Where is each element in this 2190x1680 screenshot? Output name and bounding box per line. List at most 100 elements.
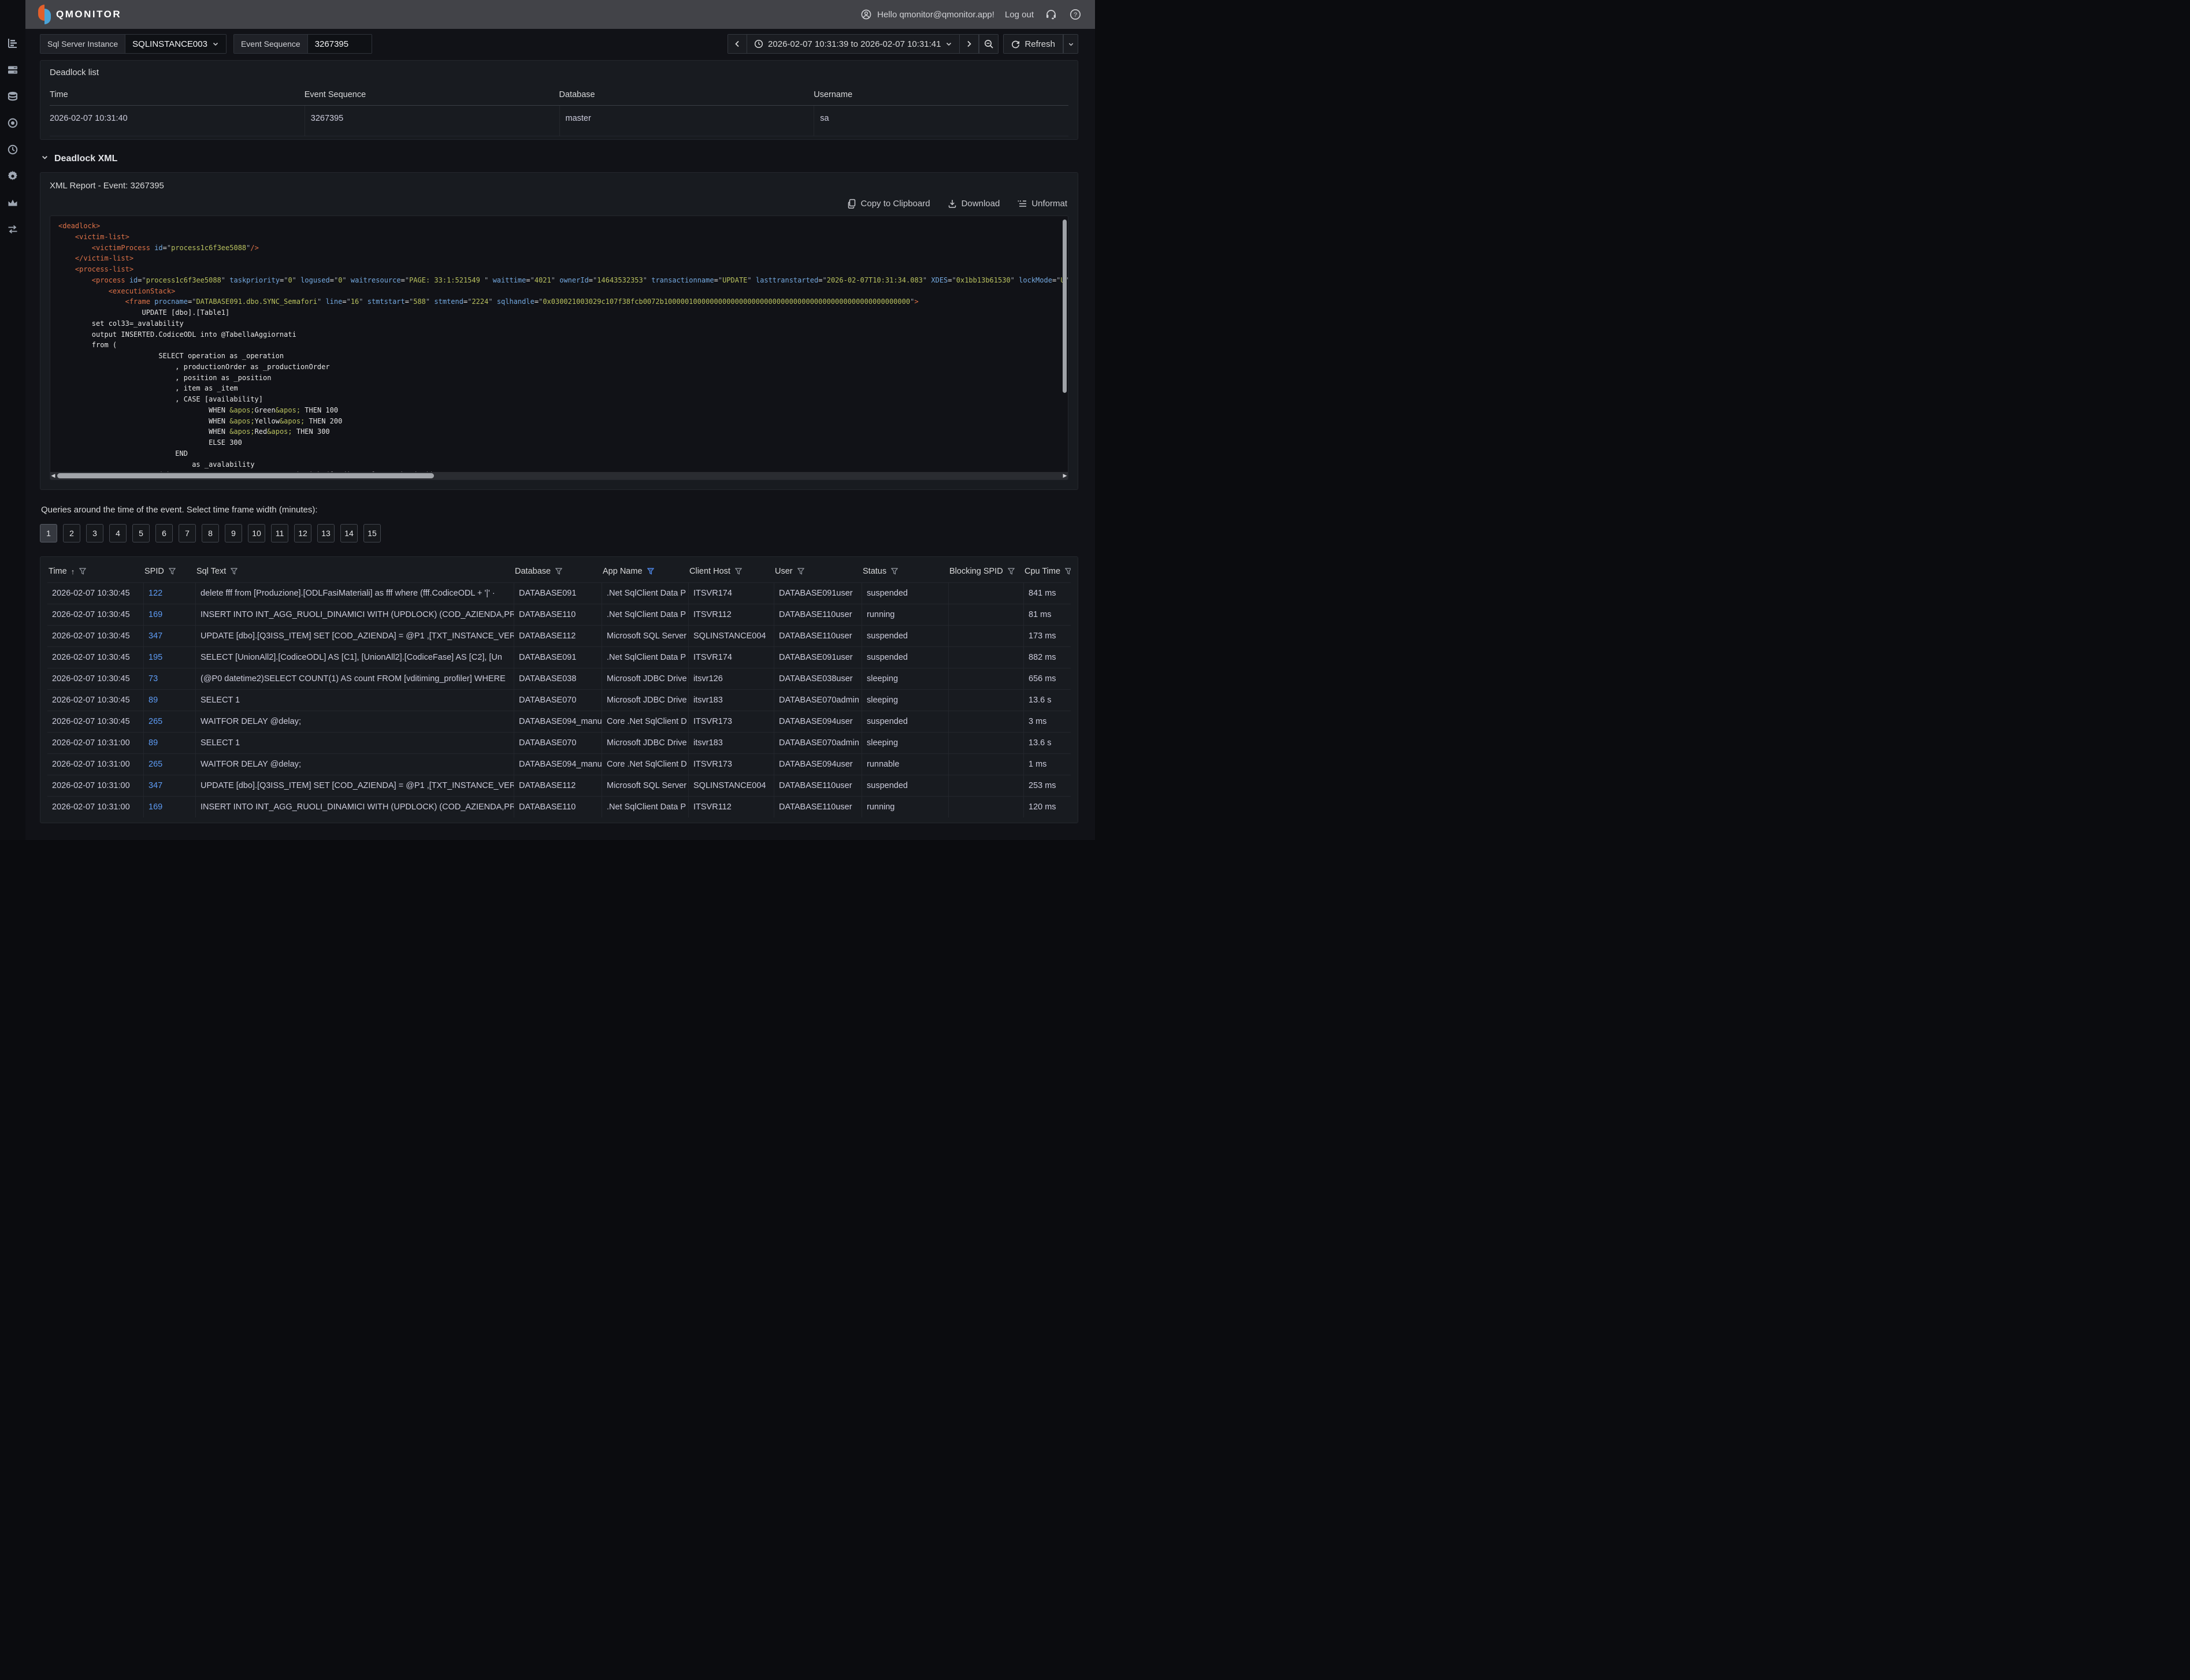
timeframe-minute-button[interactable]: 9 (225, 524, 242, 542)
cell-database: DATABASE070 (514, 732, 602, 753)
column-header-time[interactable]: Time↑ (47, 560, 143, 582)
sidebar-item-history[interactable] (6, 143, 19, 156)
column-header-username[interactable]: Username (814, 86, 1068, 105)
column-header-client-host[interactable]: Client Host (688, 560, 774, 582)
cell-user: DATABASE110user (774, 604, 862, 625)
cell-spid-link[interactable]: 347 (143, 775, 195, 796)
sidebar-item-servers[interactable] (6, 64, 19, 76)
timeframe-minute-button[interactable]: 12 (294, 524, 311, 542)
cell-spid-link[interactable]: 169 (143, 796, 195, 817)
sidebar-item-databases[interactable] (6, 90, 19, 103)
timeframe-minute-button[interactable]: 10 (248, 524, 265, 542)
scroll-left-arrow-icon[interactable]: ◀ (50, 473, 56, 479)
timeframe-minute-button[interactable]: 6 (155, 524, 173, 542)
filter-funnel-icon[interactable] (79, 567, 87, 575)
sidebar-item-license[interactable] (6, 196, 19, 209)
timeframe-minute-button[interactable]: 1 (40, 524, 57, 542)
zoom-out-button[interactable] (979, 34, 999, 54)
filter-funnel-icon[interactable] (168, 567, 176, 575)
refresh-button[interactable]: Refresh (1003, 34, 1063, 54)
timeframe-minute-button[interactable]: 7 (179, 524, 196, 542)
sidebar-item-analytics[interactable] (6, 37, 19, 50)
cell-spid-link[interactable]: 122 (143, 582, 195, 604)
sidebar-item-settings[interactable] (6, 170, 19, 183)
user-menu[interactable]: Hello qmonitor@qmonitor.app! (859, 8, 994, 21)
column-header-app-name[interactable]: App Name (602, 560, 688, 582)
time-range-picker[interactable]: 2026-02-07 10:31:39 to 2026-02-07 10:31:… (747, 34, 959, 54)
cell-cpu-time: 882 ms (1023, 646, 1071, 668)
event-sequence-input[interactable]: 3267395 (308, 35, 372, 53)
cell-spid-link[interactable]: 195 (143, 646, 195, 668)
timeframe-minute-button[interactable]: 5 (132, 524, 150, 542)
timeframe-minute-button[interactable]: 15 (363, 524, 381, 542)
xml-code-viewer[interactable]: <deadlock> <victim-list> <victimProcess … (50, 215, 1068, 480)
time-range-back-button[interactable] (727, 34, 747, 54)
filter-funnel-icon[interactable] (890, 567, 899, 575)
cell-blocking-spid (948, 796, 1023, 817)
filter-funnel-icon[interactable] (797, 567, 805, 575)
timeframe-minute-button[interactable]: 11 (271, 524, 288, 542)
cell-sql-text: SELECT 1 (195, 732, 514, 753)
column-header-status[interactable]: Status (862, 560, 948, 582)
filter-funnel-icon[interactable] (1007, 567, 1015, 575)
download-button[interactable]: Download (948, 199, 1000, 209)
cell-status: sleeping (862, 689, 948, 711)
unformat-button[interactable]: Unformat (1017, 199, 1067, 209)
cell-spid-link[interactable]: 169 (143, 604, 195, 625)
scroll-right-arrow-icon[interactable]: ▶ (1062, 473, 1068, 479)
cell-cpu-time: 120 ms (1023, 796, 1071, 817)
cell-client-host: ITSVR112 (688, 604, 774, 625)
cell-user: DATABASE091user (774, 582, 862, 604)
cell-spid-link[interactable]: 265 (143, 711, 195, 732)
timeframe-minute-button[interactable]: 14 (340, 524, 358, 542)
cell-spid-link[interactable]: 73 (143, 668, 195, 689)
cell-app-name: .Net SqlClient Data P (602, 604, 688, 625)
filter-funnel-icon[interactable] (555, 567, 563, 575)
filter-funnel-icon[interactable] (230, 567, 238, 575)
cell-spid-link[interactable]: 347 (143, 625, 195, 646)
column-header-spid[interactable]: SPID (143, 560, 195, 582)
cell-cpu-time: 656 ms (1023, 668, 1071, 689)
column-header-cpu-time[interactable]: Cpu Time (1023, 560, 1071, 582)
logout-link[interactable]: Log out (1005, 10, 1034, 20)
cell-spid-link[interactable]: 89 (143, 732, 195, 753)
sidebar-item-sessions[interactable] (6, 117, 19, 129)
timeframe-minute-button[interactable]: 3 (86, 524, 103, 542)
timeframe-minute-button[interactable]: 8 (202, 524, 219, 542)
deadlock-xml-collapse-toggle[interactable]: Deadlock XML (41, 154, 1078, 164)
cell-database: DATABASE070 (514, 689, 602, 711)
cell-time: 2026-02-07 10:30:45 (47, 689, 143, 711)
instance-select[interactable]: SQLINSTANCE003 (125, 35, 226, 53)
horizontal-scroll-thumb[interactable] (57, 473, 434, 478)
column-header-blocking-spid[interactable]: Blocking SPID (948, 560, 1023, 582)
timeframe-minute-button[interactable]: 2 (63, 524, 80, 542)
column-header-database[interactable]: Database (514, 560, 602, 582)
horizontal-scrollbar[interactable]: ◀ ▶ (50, 472, 1068, 480)
column-header-sql-text[interactable]: Sql Text (195, 560, 514, 582)
filter-funnel-icon-active[interactable] (647, 567, 655, 575)
filter-funnel-icon[interactable] (734, 567, 743, 575)
support-button[interactable] (1044, 8, 1058, 21)
column-header-database[interactable]: Database (559, 86, 814, 105)
topbar: QMONITOR Hello qmonitor@qmonitor.app! Lo… (25, 0, 1095, 29)
copy-to-clipboard-button[interactable]: Copy to Clipboard (847, 199, 930, 209)
column-header-event-sequence[interactable]: Event Sequence (305, 86, 559, 105)
cell-blocking-spid (948, 689, 1023, 711)
main-content: Deadlock list Time Event Sequence Databa… (25, 59, 1095, 840)
sidebar-item-transfer[interactable] (6, 223, 19, 236)
cell-spid-link[interactable]: 89 (143, 689, 195, 711)
time-range-forward-button[interactable] (959, 34, 979, 54)
filter-funnel-icon[interactable] (1064, 567, 1071, 575)
timeframe-minute-button[interactable]: 13 (317, 524, 335, 542)
column-header-user[interactable]: User (774, 560, 862, 582)
cell-spid-link[interactable]: 265 (143, 753, 195, 775)
refresh-interval-dropdown[interactable] (1063, 34, 1078, 54)
column-header-time[interactable]: Time (50, 86, 305, 105)
vertical-scrollbar[interactable] (1063, 220, 1067, 393)
xml-actions: Copy to Clipboard Download Unformat (51, 199, 1067, 209)
cell-time: 2026-02-07 10:31:00 (47, 732, 143, 753)
cell-app-name: .Net SqlClient Data P (602, 582, 688, 604)
cell-blocking-spid (948, 582, 1023, 604)
help-button[interactable]: ? (1068, 8, 1082, 21)
timeframe-minute-button[interactable]: 4 (109, 524, 127, 542)
